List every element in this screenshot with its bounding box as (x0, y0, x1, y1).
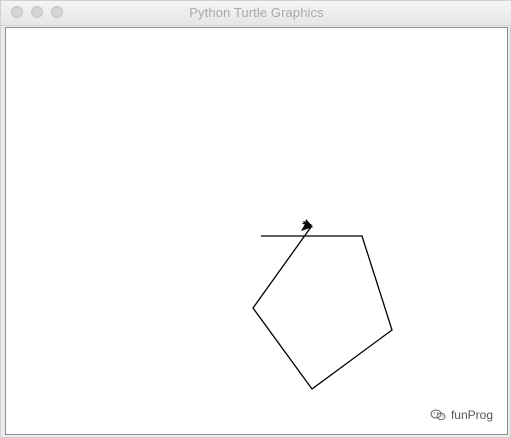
watermark: funProg (430, 408, 493, 422)
turtle-canvas-frame[interactable]: funProg (5, 27, 508, 435)
window-title: Python Turtle Graphics (189, 5, 324, 20)
wechat-icon (430, 409, 446, 421)
title-bar[interactable]: Python Turtle Graphics (1, 1, 511, 26)
turtle-window: Python Turtle Graphics funProg (0, 0, 511, 438)
turtle-canvas[interactable] (6, 28, 507, 434)
watermark-text: funProg (450, 408, 493, 422)
turtle-path (252, 226, 393, 390)
turtle-arrow-head (301, 219, 313, 231)
